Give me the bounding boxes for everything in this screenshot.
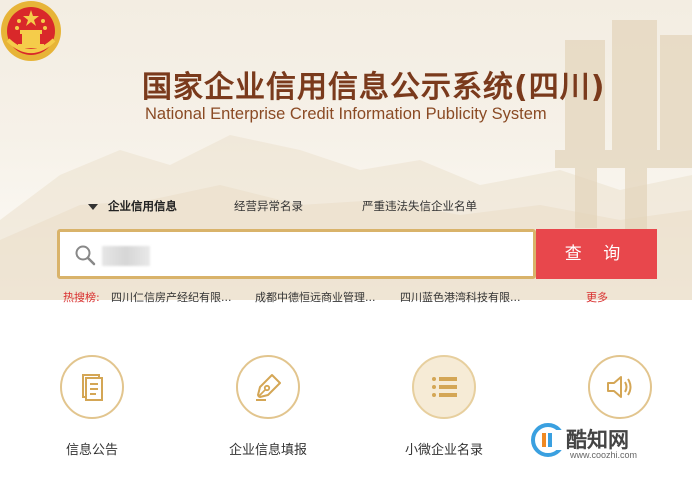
search-category-tabs: 企业信用信息 经营异常名录 严重违法失信企业名单 <box>0 198 692 218</box>
search-button[interactable]: 查 询 <box>536 229 657 279</box>
tab-enterprise-credit-info[interactable]: 企业信用信息 <box>88 198 177 214</box>
feature-label: 小微企业名录 <box>404 443 483 458</box>
page-title: 国家企业信用信息公示系统(四川) <box>142 70 606 105</box>
hot-search-list: 热搜榜: 四川仁信房产经纪有限... 成都中德恒远商业管理... 四川蓝色港湾科… <box>63 289 663 305</box>
feature-info-announcement[interactable]: 信息公告 <box>34 355 154 465</box>
search-input[interactable] <box>104 242 528 270</box>
watermark: 酷知网 www.coozhi.com <box>528 420 688 470</box>
triangle-down-icon <box>88 203 98 210</box>
pen-nib-icon <box>256 374 281 401</box>
document-icon <box>82 374 103 401</box>
list-icon <box>432 377 457 397</box>
feature-label: 信息公告 <box>65 443 118 458</box>
feature-label: 企业信息填报 <box>228 443 307 458</box>
feature-enterprise-info-report[interactable]: 企业信息填报 <box>210 355 330 465</box>
feature-small-micro-enterprise-list[interactable]: 小微企业名录 <box>386 355 506 465</box>
page-subtitle: National Enterprise Credit Information P… <box>145 105 547 123</box>
search-box <box>57 229 536 279</box>
search-icon <box>75 245 96 266</box>
hot-search-item[interactable]: 四川仁信房产经纪有限... <box>111 289 232 305</box>
watermark-url: www.coozhi.com <box>570 450 638 460</box>
coozhi-logo-icon <box>531 423 566 457</box>
hot-search-item[interactable]: 成都中德恒远商业管理... <box>255 289 376 305</box>
hot-search-label: 热搜榜: <box>63 291 100 304</box>
tab-serious-violation-list[interactable]: 严重违法失信企业名单 <box>362 198 477 214</box>
national-emblem-icon <box>1 1 61 61</box>
more-link[interactable]: 更多 <box>586 289 608 305</box>
speaker-icon <box>607 376 632 398</box>
hot-search-item[interactable]: 四川蓝色港湾科技有限... <box>400 289 521 305</box>
tab-abnormal-operation-list[interactable]: 经营异常名录 <box>234 198 303 214</box>
